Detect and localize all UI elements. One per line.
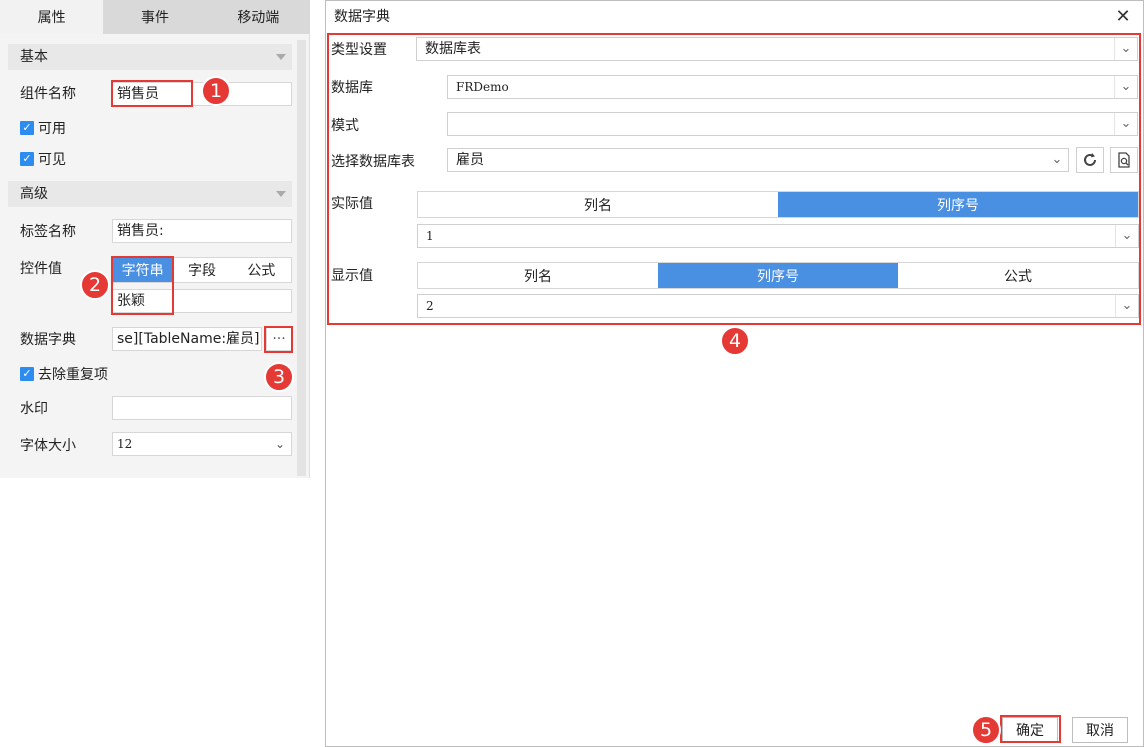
step-badge-2: 2 bbox=[80, 270, 110, 300]
section-basic[interactable]: 基本 bbox=[8, 44, 292, 70]
dict-input[interactable]: se][TableName:雇员] bbox=[112, 327, 262, 351]
font-size-select[interactable]: 12 ⌄ bbox=[112, 432, 292, 456]
section-advanced-label: 高级 bbox=[20, 186, 48, 202]
watermark-label: 水印 bbox=[20, 401, 48, 417]
mode-formula[interactable]: 公式 bbox=[232, 258, 291, 282]
tag-name-value: 销售员: bbox=[117, 223, 164, 239]
font-size-value: 12 bbox=[117, 437, 133, 451]
mode-field[interactable]: 字段 bbox=[172, 258, 231, 282]
visible-checkbox[interactable]: ✓ 可见 bbox=[20, 149, 66, 169]
step-badge-3: 3 bbox=[264, 362, 294, 392]
component-name-label: 组件名称 bbox=[20, 86, 76, 102]
dedup-checkbox[interactable]: ✓ 去除重复项 bbox=[20, 364, 108, 384]
check-icon: ✓ bbox=[20, 121, 34, 135]
tag-name-label: 标签名称 bbox=[20, 224, 76, 240]
highlight-box-3 bbox=[264, 326, 293, 353]
data-dictionary-dialog: 数据字典 ✕ 类型设置 数据库表 ⌄ 数据库 FRDemo ⌄ 模式 ⌄ 选择数… bbox=[325, 0, 1144, 747]
chevron-down-icon bbox=[276, 54, 286, 60]
panel-scrollbar[interactable] bbox=[297, 40, 306, 476]
tab-properties[interactable]: 属性 bbox=[0, 0, 104, 34]
chevron-down-icon: ⌄ bbox=[274, 437, 286, 451]
close-icon[interactable]: ✕ bbox=[1113, 7, 1133, 27]
watermark-input[interactable] bbox=[112, 396, 292, 420]
enabled-checkbox[interactable]: ✓ 可用 bbox=[20, 118, 66, 138]
highlight-box-2 bbox=[111, 256, 174, 315]
enabled-label: 可用 bbox=[38, 121, 66, 137]
chevron-down-icon bbox=[276, 191, 286, 197]
tab-events[interactable]: 事件 bbox=[103, 0, 206, 34]
property-panel: 属性 事件 移动端 基本 组件名称 销售员 1 ✓ 可用 ✓ 可见 高级 标签名… bbox=[0, 0, 310, 478]
dict-label: 数据字典 bbox=[20, 332, 76, 348]
dialog-title: 数据字典 bbox=[334, 9, 390, 25]
visible-label: 可见 bbox=[38, 152, 66, 168]
section-basic-label: 基本 bbox=[20, 49, 48, 65]
section-advanced[interactable]: 高级 bbox=[8, 181, 292, 207]
step-badge-5: 5 bbox=[971, 715, 1001, 745]
dedup-label: 去除重复项 bbox=[38, 367, 108, 383]
highlight-box-1 bbox=[111, 80, 193, 107]
panel-tabs: 属性 事件 移动端 bbox=[0, 0, 310, 34]
dict-value: se][TableName:雇员] bbox=[117, 331, 260, 347]
highlight-box-4 bbox=[327, 33, 1141, 325]
check-icon: ✓ bbox=[20, 152, 34, 166]
step-badge-4: 4 bbox=[720, 326, 750, 356]
step-badge-1: 1 bbox=[201, 76, 231, 106]
font-size-label: 字体大小 bbox=[20, 438, 76, 454]
tab-mobile[interactable]: 移动端 bbox=[207, 0, 310, 34]
cancel-button[interactable]: 取消 bbox=[1072, 717, 1128, 743]
check-icon: ✓ bbox=[20, 367, 34, 381]
tag-name-input[interactable]: 销售员: bbox=[112, 219, 292, 243]
control-value-label: 控件值 bbox=[20, 261, 62, 277]
highlight-box-5 bbox=[1000, 715, 1061, 743]
